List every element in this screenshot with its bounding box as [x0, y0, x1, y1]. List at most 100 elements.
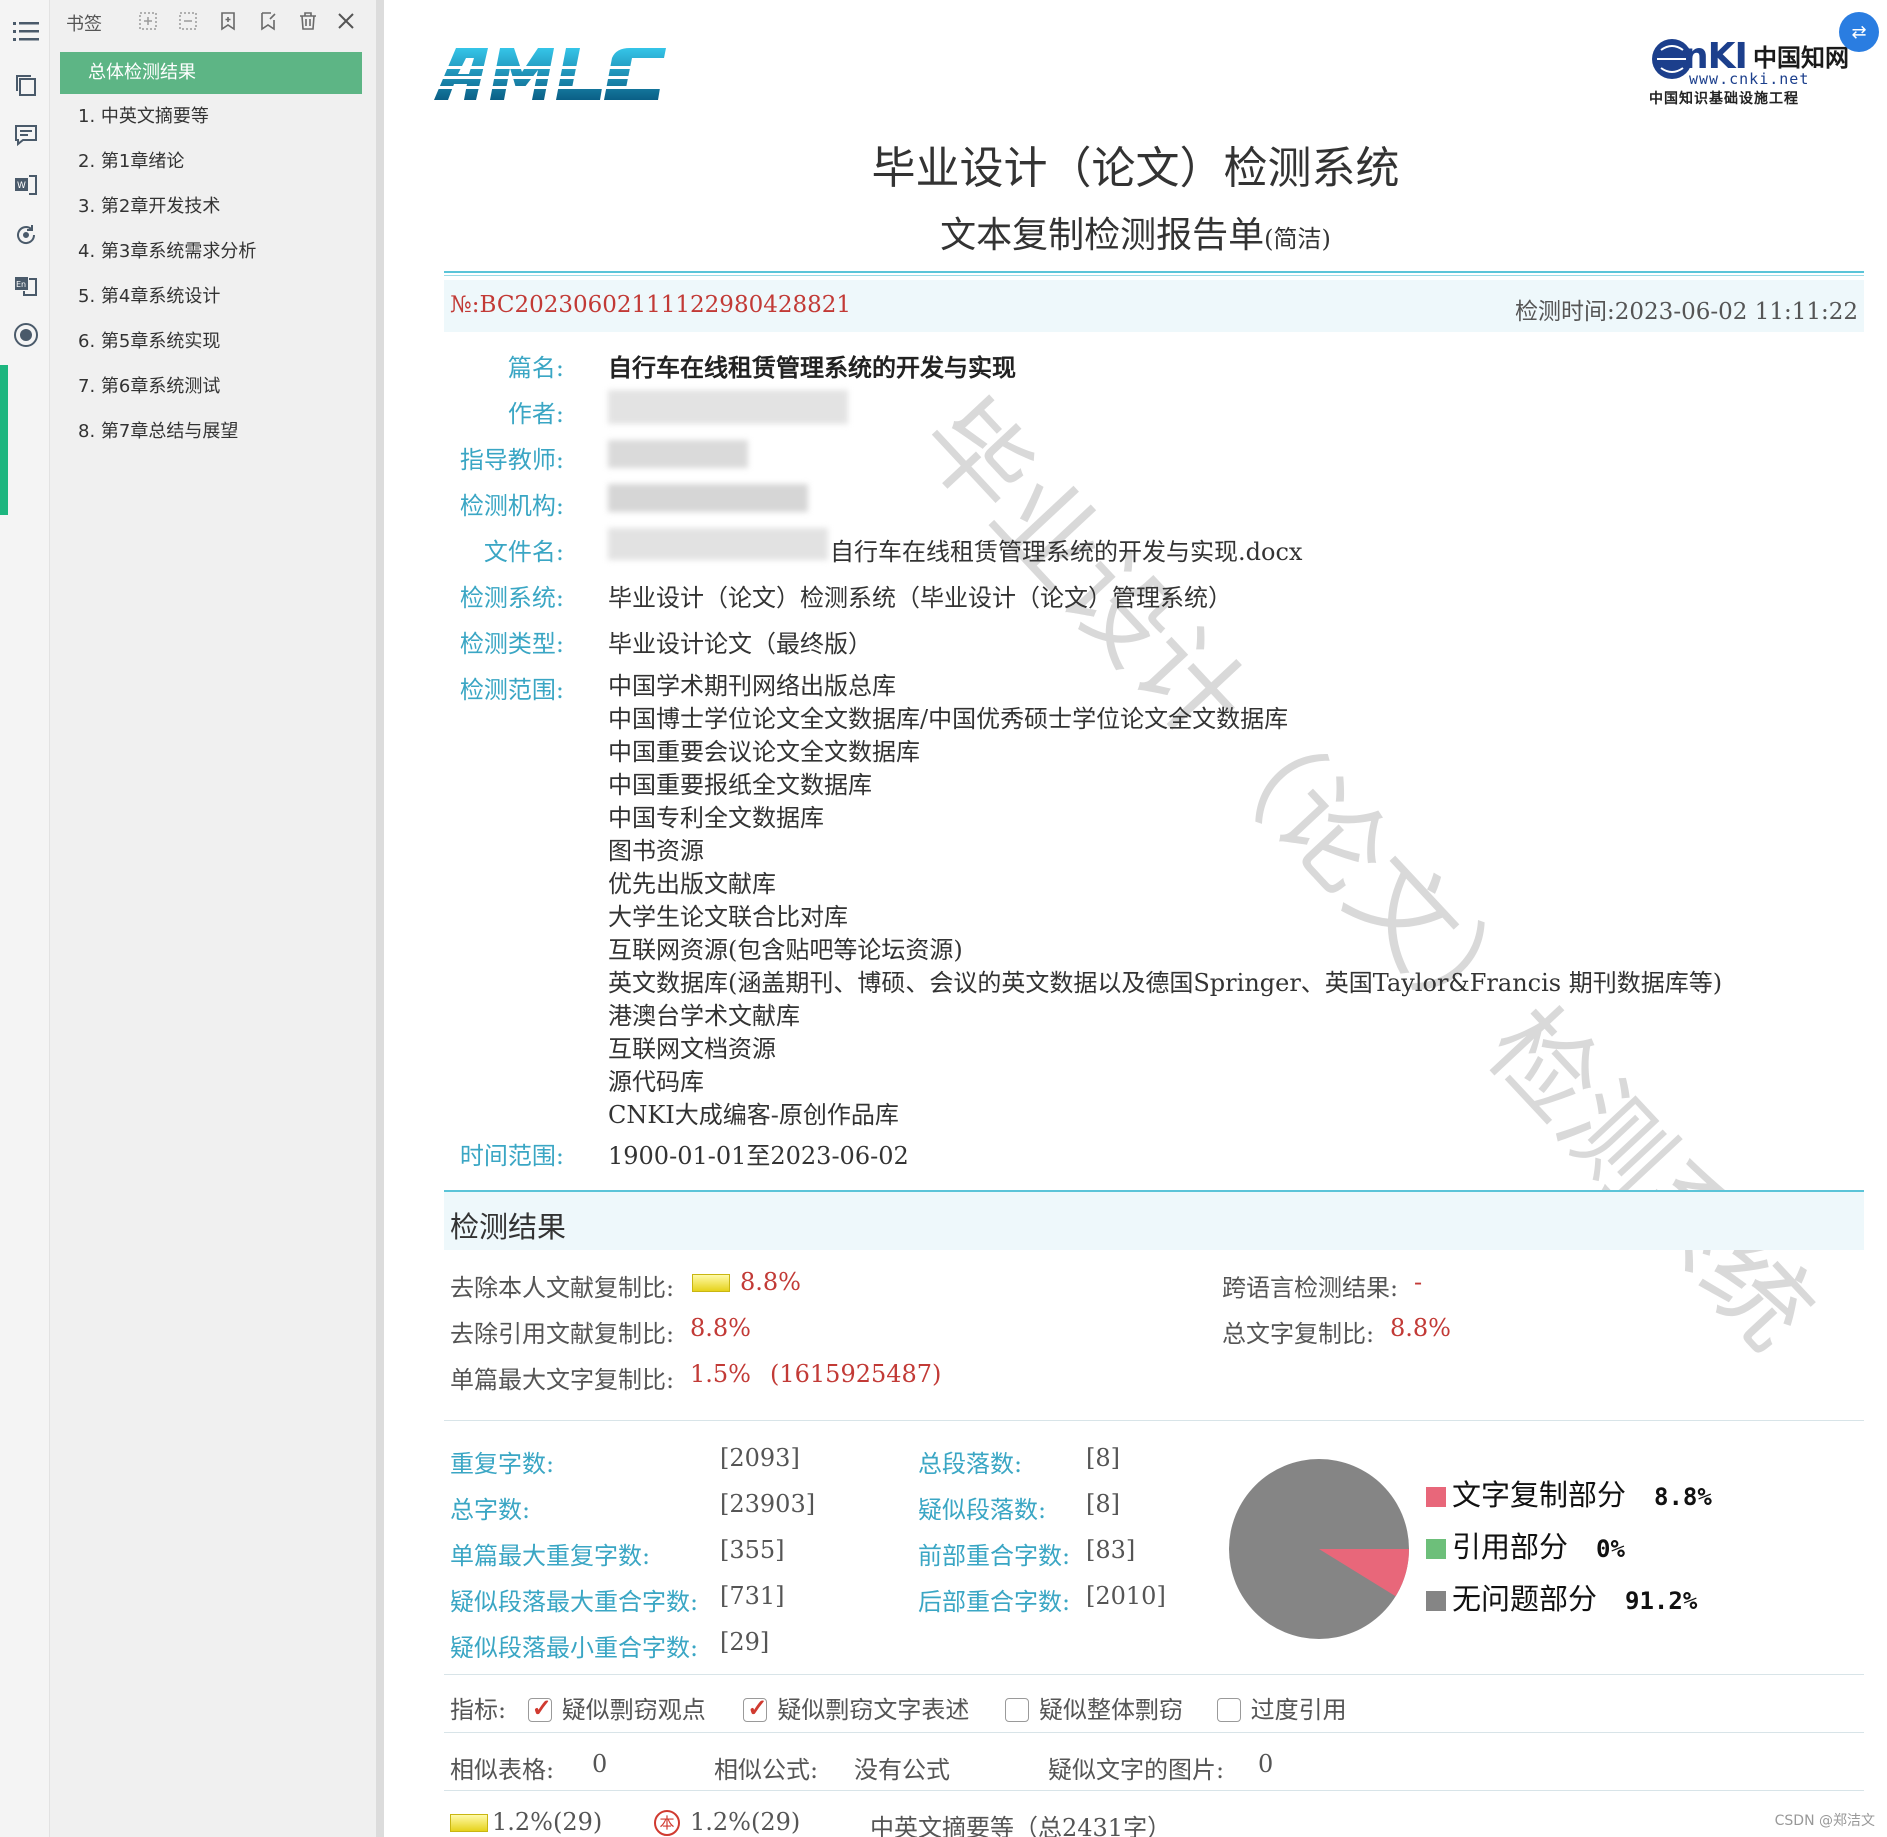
author-label: 作者:: [507, 400, 564, 428]
copy-pages-icon[interactable]: [13, 72, 39, 98]
list-icon[interactable]: [13, 18, 39, 44]
checkbox-plagiarism-text[interactable]: [743, 1693, 767, 1722]
left-icon-rail: W En: [0, 0, 50, 1837]
file-name: 自行车在线租赁管理系统的开发与实现.docx: [830, 538, 1303, 566]
indicator-label: 疑似剽窃文字表述: [777, 1696, 970, 1724]
svg-text:W: W: [17, 181, 26, 191]
yellow-marker-icon: [692, 1274, 730, 1292]
scope-item: 英文数据库(涵盖期刊、博硕、会议的英文数据以及德国Springer、英国Tayl…: [608, 969, 1723, 997]
legend-swatch: [1426, 1539, 1446, 1559]
cross-lang-label: 跨语言检测结果:: [1222, 1274, 1399, 1302]
bookmark-item[interactable]: 2. 第1章绪论: [60, 139, 362, 184]
scope-item: 互联网文档资源: [608, 1035, 776, 1063]
similar-image-label: 疑似文字的图片:: [1048, 1756, 1225, 1784]
legend-swatch: [1426, 1487, 1446, 1507]
translate-icon[interactable]: En: [13, 272, 39, 298]
total-paras: [8]: [1086, 1444, 1120, 1472]
scope-item: 大学生论文联合比对库: [608, 903, 848, 931]
indicator-label: 疑似整体剽窃: [1039, 1696, 1184, 1724]
scope-item: CNKI大成编客-原创作品库: [608, 1101, 899, 1129]
edit-bookmark-icon[interactable]: [256, 9, 280, 33]
amlc-logo: [434, 48, 666, 100]
panel-resize-divider[interactable]: [376, 0, 384, 1837]
indicator-label: 过度引用: [1250, 1696, 1347, 1724]
legend-value: 8.8%: [1654, 1483, 1712, 1511]
type-value: 毕业设计论文（最终版）: [608, 630, 872, 658]
checkbox-over-citation[interactable]: [1216, 1698, 1241, 1722]
total-ratio-value: 8.8%: [1390, 1314, 1451, 1342]
legend-swatch: [1426, 1591, 1446, 1611]
bookmark-item[interactable]: 7. 第6章系统测试: [60, 364, 362, 409]
advisor-label: 指导教师:: [459, 446, 564, 474]
legend-label: 无问题部分: [1452, 1582, 1598, 1616]
author-redacted: [608, 390, 848, 424]
close-icon[interactable]: [334, 9, 358, 33]
similar-image-value: 0: [1258, 1750, 1274, 1778]
legend-label: 文字复制部分: [1452, 1478, 1627, 1512]
bookmark-item[interactable]: 4. 第3章系统需求分析: [60, 229, 362, 274]
bookmark-item-overall[interactable]: 总体检测结果: [60, 52, 362, 94]
report-subtitle-note: (简洁): [1264, 225, 1331, 253]
bookmark-item[interactable]: 3. 第2章开发技术: [60, 184, 362, 229]
checkbox-plagiarism-idea[interactable]: [527, 1693, 552, 1722]
bookmark-item[interactable]: 5. 第4章系统设计: [60, 274, 362, 319]
report-document: nKI 中国知网 www.cnki.net 中国知识基础设施工程 ⇄ 毕业设计（…: [384, 0, 1887, 1837]
scope-item: 中国重要会议论文全文数据库: [608, 738, 920, 766]
divider: [444, 1790, 1864, 1791]
indicators-row: 指标: 疑似剽窃观点 疑似剽窃文字表述 疑似整体剽窃 过度引用: [450, 1690, 1347, 1725]
indicator-label: 疑似剽窃观点: [561, 1696, 706, 1724]
title-label: 篇名:: [507, 354, 564, 382]
cnki-chinese-name: 中国知网: [1753, 43, 1849, 72]
word-convert-icon[interactable]: W: [13, 172, 39, 198]
translate-float-icon[interactable]: ⇄: [1839, 12, 1879, 52]
report-number: №:BC20230602111122980428821: [450, 292, 852, 318]
para-min: [29]: [720, 1628, 770, 1656]
scope-item: 中国学术期刊网络出版总库: [608, 672, 896, 700]
bookmark-item[interactable]: 6. 第5章系统实现: [60, 319, 362, 364]
system-value: 毕业设计（论文）检测系统（毕业设计（论文）管理系统）: [608, 584, 1232, 612]
time-value: 1900-01-01至2023-06-02: [608, 1142, 909, 1170]
similar-formula-label: 相似公式:: [714, 1756, 819, 1784]
susp-paras: [8]: [1086, 1490, 1120, 1518]
bookmark-panel-header: 书签: [50, 0, 376, 42]
comment-icon[interactable]: [13, 122, 39, 148]
record-icon[interactable]: [13, 322, 39, 348]
collapse-icon[interactable]: [176, 9, 200, 33]
checkbox-plagiarism-whole[interactable]: [1005, 1698, 1030, 1722]
similar-table-label: 相似表格:: [450, 1756, 555, 1784]
bookmark-item[interactable]: 8. 第7章总结与展望: [60, 409, 362, 454]
detect-time: 检测时间:2023-06-02 11:11:22: [1515, 299, 1858, 325]
legend-item-cite: 引用部分 0%: [1426, 1522, 1712, 1574]
susp-paras-label: 疑似段落数:: [918, 1496, 1047, 1524]
back-overlap-label: 后部重合字数:: [918, 1588, 1071, 1616]
expand-icon[interactable]: [136, 9, 160, 33]
delete-icon[interactable]: [296, 9, 320, 33]
yellow-marker-icon: [450, 1814, 488, 1832]
back-overlap: [2010]: [1086, 1582, 1166, 1610]
indicators-label: 指标:: [450, 1696, 507, 1724]
scope-item: 港澳台学术文献库: [608, 1002, 800, 1030]
front-overlap: [83]: [1086, 1536, 1136, 1564]
system-label: 检测系统:: [459, 584, 564, 612]
result-section-header: 检测结果: [444, 1192, 1864, 1250]
bookmark-item[interactable]: 1. 中英文摘要等: [60, 94, 362, 139]
cnki-org: 中国知识基础设施工程: [1649, 91, 1799, 107]
dup-chars: [2093]: [720, 1444, 800, 1472]
section-name: 中英文摘要等（总2431字）: [870, 1814, 1172, 1837]
type-label: 检测类型:: [459, 630, 564, 658]
cnki-url: www.cnki.net: [1689, 70, 1810, 88]
legend-label: 引用部分: [1452, 1530, 1569, 1564]
header-rule: [444, 271, 1864, 273]
svg-text:En: En: [16, 280, 26, 289]
total-ratio-label: 总文字复制比:: [1222, 1320, 1375, 1348]
section-ratio-1: 1.2%(29): [492, 1808, 603, 1836]
scope-item: 源代码库: [608, 1068, 704, 1096]
total-chars-label: 总字数:: [450, 1496, 531, 1524]
panel-toggle-handle[interactable]: [0, 365, 8, 515]
footer-credit: CSDN @郑洁文: [1774, 1813, 1875, 1829]
single-max-id: (1615925487): [770, 1360, 942, 1388]
refresh-icon[interactable]: [13, 222, 39, 248]
scope-list: 中国学术期刊网络出版总库 中国博士学位论文全文数据库/中国优秀硕士学位论文全文数…: [608, 670, 1722, 1132]
para-max: [731]: [720, 1582, 785, 1610]
add-bookmark-icon[interactable]: [216, 9, 240, 33]
